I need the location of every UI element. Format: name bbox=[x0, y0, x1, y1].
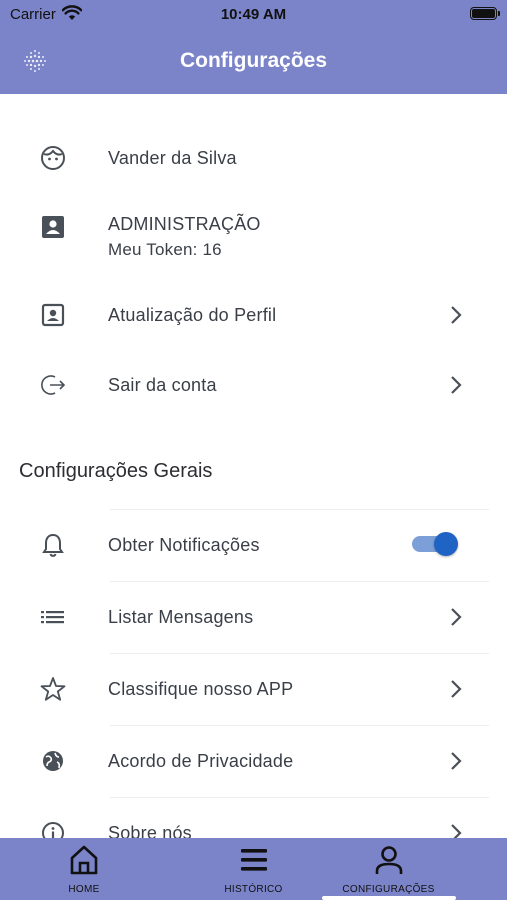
divider bbox=[110, 653, 489, 654]
profile-role-row: ADMINISTRAÇÃO Meu Token: 16 bbox=[0, 200, 507, 270]
rate-app-row[interactable]: Classifique nosso APP bbox=[0, 659, 507, 719]
home-icon bbox=[0, 844, 168, 876]
divider bbox=[110, 797, 489, 798]
logout-icon bbox=[38, 370, 68, 400]
messages-row[interactable]: Listar Mensagens bbox=[0, 587, 507, 647]
update-profile-label: Atualização do Perfil bbox=[108, 305, 277, 325]
active-tab-indicator bbox=[322, 896, 456, 900]
section-title: Configurações Gerais bbox=[19, 460, 213, 482]
notifications-toggle[interactable] bbox=[412, 532, 458, 556]
profile-name-row: Vander da Silva bbox=[0, 128, 507, 188]
clock: 10:49 AM bbox=[220, 6, 287, 23]
chevron-right-icon bbox=[451, 376, 462, 394]
logout-row[interactable]: Sair da conta bbox=[0, 355, 507, 415]
divider bbox=[110, 581, 489, 582]
messages-label: Listar Mensagens bbox=[108, 607, 254, 627]
profile-token: Meu Token: 16 bbox=[108, 240, 222, 259]
tab-settings[interactable]: CONFIGURAÇÕES bbox=[304, 838, 473, 900]
privacy-label: Acordo de Privacidade bbox=[108, 751, 294, 771]
profile-role: ADMINISTRAÇÃO bbox=[108, 214, 261, 234]
privacy-row[interactable]: Acordo de Privacidade bbox=[0, 731, 507, 791]
toggle-knob bbox=[434, 532, 458, 556]
update-profile-row[interactable]: Atualização do Perfil bbox=[0, 285, 507, 345]
profile-name: Vander da Silva bbox=[108, 148, 237, 168]
globe-icon bbox=[38, 746, 68, 776]
badge-icon bbox=[38, 212, 68, 242]
bell-icon bbox=[38, 530, 68, 560]
chevron-right-icon bbox=[451, 752, 462, 770]
list-icon bbox=[38, 602, 68, 632]
status-bar: Carrier 10:49 AM bbox=[0, 0, 507, 30]
tab-settings-label: CONFIGURAÇÕES bbox=[342, 884, 435, 895]
page-title: Configurações bbox=[179, 49, 328, 72]
chevron-right-icon bbox=[451, 608, 462, 626]
logout-label: Sair da conta bbox=[108, 375, 217, 395]
battery-icon bbox=[470, 7, 500, 20]
star-icon bbox=[38, 674, 68, 704]
rate-app-label: Classifique nosso APP bbox=[108, 679, 294, 699]
chevron-right-icon bbox=[451, 306, 462, 324]
user-icon bbox=[304, 844, 473, 876]
notifications-label: Obter Notificações bbox=[108, 535, 260, 555]
face-icon bbox=[38, 143, 68, 173]
divider bbox=[110, 725, 489, 726]
tab-home-label: HOME bbox=[68, 884, 100, 895]
account-box-icon bbox=[38, 300, 68, 330]
tab-bar: HOME HISTÓRICO CONFIGURAÇÕES bbox=[0, 838, 507, 900]
app-header: Carrier 10:49 AM Configurações bbox=[0, 0, 507, 94]
divider bbox=[110, 509, 489, 510]
chevron-right-icon bbox=[451, 680, 462, 698]
